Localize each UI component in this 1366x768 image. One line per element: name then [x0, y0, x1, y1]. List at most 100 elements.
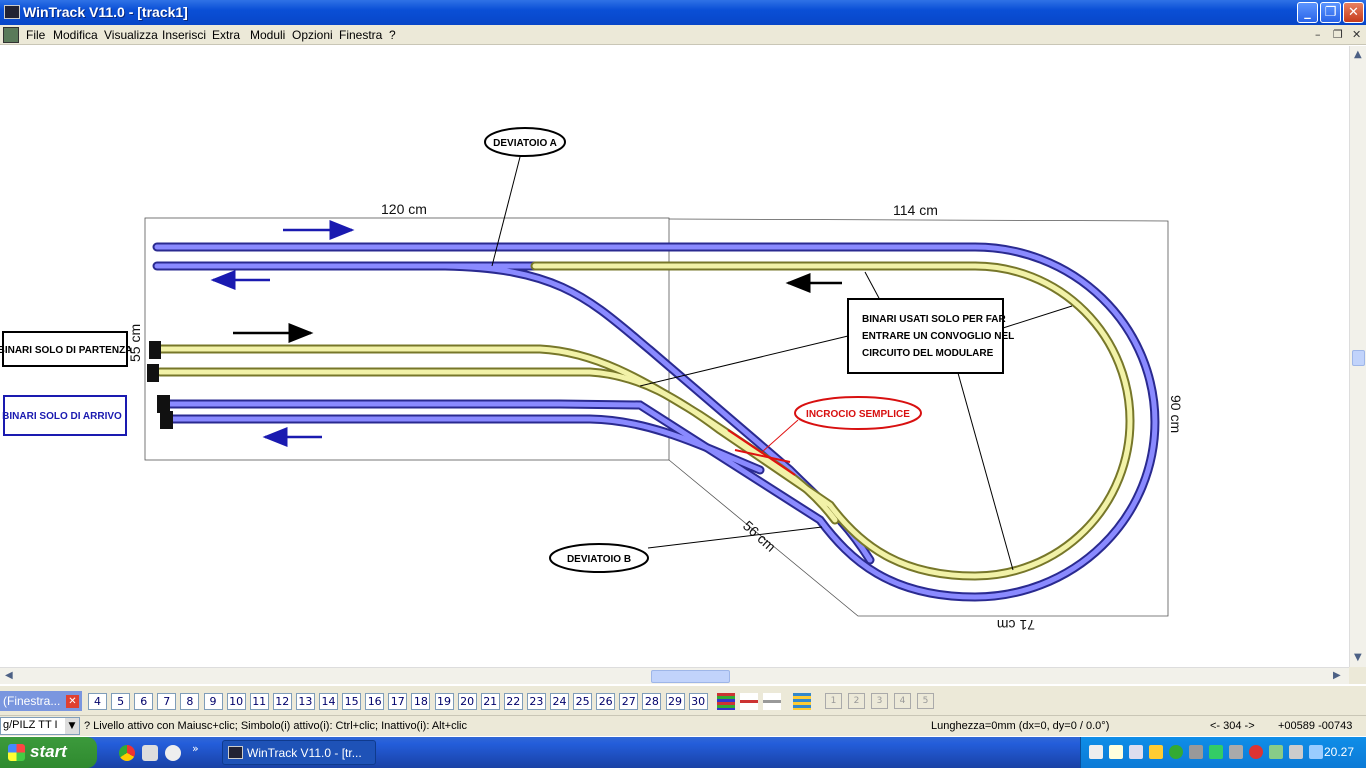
mdi-restore-button[interactable]: ❐ — [1333, 28, 1343, 41]
layer-button-30[interactable]: 30 — [688, 693, 708, 710]
menu-visualizza[interactable]: Visualizza — [104, 28, 158, 42]
scroll-right-icon[interactable]: ▶ — [1333, 670, 1341, 681]
layer-button-11[interactable]: 11 — [249, 693, 269, 710]
layer-button-26[interactable]: 26 — [596, 693, 616, 710]
menu-opzioni[interactable]: Opzioni — [292, 28, 333, 42]
menu-finestra[interactable]: Finestra — [339, 28, 382, 42]
document-icon[interactable] — [3, 27, 19, 43]
start-button[interactable]: start — [0, 737, 97, 768]
library-combo[interactable]: g/PILZ TT I ▼ — [0, 717, 80, 735]
display-icon[interactable] — [1129, 745, 1143, 759]
layer-button-10[interactable]: 10 — [226, 693, 246, 710]
layer-button-6[interactable]: 6 — [134, 693, 154, 710]
horizontal-scrollbar[interactable]: ◀ ▶ — [0, 667, 1349, 684]
menu-moduli[interactable]: Moduli — [250, 28, 285, 42]
layer-button-14[interactable]: 14 — [319, 693, 338, 710]
dimension-bottom: 71 cm — [997, 617, 1035, 633]
menu-file[interactable]: File — [26, 28, 45, 42]
layer-button-13[interactable]: 13 — [295, 693, 315, 710]
menu-extra[interactable]: Extra — [212, 28, 240, 42]
box-4[interactable]: 4 — [894, 693, 911, 709]
media-player-icon[interactable] — [165, 745, 181, 761]
drawing-canvas[interactable]: 120 cm 114 cm 55 cm 90 cm 71 cm 56 cm DE… — [0, 46, 1349, 667]
box-3[interactable]: 3 — [871, 693, 888, 709]
horizontal-scroll-thumb[interactable] — [651, 670, 730, 683]
box-2[interactable]: 2 — [848, 693, 865, 709]
callout-deviatoio-b: DEVIATOIO B — [549, 543, 649, 573]
title-bar: WinTrack V11.0 - [track1] _ ❐ ✕ — [0, 0, 1366, 25]
chevron-down-icon[interactable]: ▼ — [65, 718, 79, 734]
printer-icon[interactable] — [1229, 745, 1243, 759]
blue-tracks[interactable] — [152, 242, 1160, 602]
scroll-down-icon[interactable]: ▼ — [1354, 652, 1362, 663]
layer-button-15[interactable]: 15 — [342, 693, 362, 710]
layer-button-4[interactable]: 4 — [88, 693, 107, 710]
track-plan[interactable]: 120 cm 114 cm 55 cm 90 cm 71 cm 56 cm DE… — [0, 46, 1349, 667]
layer-button-22[interactable]: 22 — [503, 693, 523, 710]
layer-red-icon[interactable] — [740, 693, 758, 710]
box-5[interactable]: 5 — [917, 693, 934, 709]
update-icon[interactable] — [1209, 745, 1223, 759]
network-icon[interactable] — [1089, 745, 1103, 759]
explorer-icon[interactable] — [142, 745, 158, 761]
vertical-scroll-thumb[interactable] — [1352, 350, 1365, 366]
layer-button-16[interactable]: 16 — [365, 693, 385, 710]
layer-button-5[interactable]: 5 — [111, 693, 131, 710]
status-length: Lunghezza=0mm (dx=0, dy=0 / 0.0°) — [931, 720, 1110, 732]
layer-button-7[interactable]: 7 — [157, 693, 177, 710]
menu-bar: File Modifica Visualizza Inserisci Extra… — [0, 25, 1366, 45]
mdi-close-button[interactable]: ✕ — [1352, 28, 1361, 41]
volume-icon[interactable] — [1189, 745, 1203, 759]
box-1[interactable]: 1 — [825, 693, 842, 709]
safely-remove-icon[interactable] — [1109, 745, 1123, 759]
taskbar-item-wintrack[interactable]: WinTrack V11.0 - [tr... — [222, 740, 376, 765]
layer-button-27[interactable]: 27 — [619, 693, 639, 710]
dimension-left: 55 cm — [127, 324, 143, 362]
label-incrocio: INCROCIO SEMPLICE — [806, 409, 910, 420]
restore-button[interactable]: ❐ — [1320, 2, 1341, 23]
bluetooth-icon[interactable] — [1249, 745, 1263, 759]
vertical-scrollbar[interactable]: ▲ ▼ — [1349, 46, 1366, 667]
quicklaunch-more-icon[interactable]: » — [192, 742, 199, 755]
search-icon[interactable] — [1309, 745, 1323, 759]
layer-button-23[interactable]: 23 — [526, 693, 546, 710]
scroll-up-icon[interactable]: ▲ — [1354, 49, 1362, 60]
callout-binari-partenza: BINARI SOLO DI PARTENZA — [0, 331, 132, 367]
layer-button-20[interactable]: 20 — [457, 693, 477, 710]
layer-button-18[interactable]: 18 — [411, 693, 431, 710]
shield-icon[interactable] — [1149, 745, 1163, 759]
layer-button-17[interactable]: 17 — [388, 693, 408, 710]
chrome-icon[interactable] — [119, 745, 135, 761]
callout-deviatoio-a: DEVIATOIO A — [484, 127, 566, 157]
minimize-button[interactable]: _ — [1297, 2, 1318, 23]
layer-button-19[interactable]: 19 — [434, 693, 454, 710]
status-hint: ? Livello attivo con Maiusc+clic; Simbol… — [84, 720, 467, 732]
menu-help[interactable]: ? — [389, 28, 396, 42]
wintrack-icon — [228, 746, 243, 759]
app-icon[interactable] — [4, 5, 20, 19]
layer-button-24[interactable]: 24 — [550, 693, 569, 710]
layer-stack-icon[interactable] — [793, 693, 811, 710]
layer-gray-icon[interactable] — [763, 693, 781, 710]
layer-button-8[interactable]: 8 — [180, 693, 200, 710]
layer-button-28[interactable]: 28 — [642, 693, 662, 710]
scroll-left-icon[interactable]: ◀ — [5, 670, 13, 681]
scroll-corner — [1349, 667, 1366, 684]
mdi-minimize-button[interactable]: – — [1315, 28, 1321, 41]
mdi-tab-close-icon[interactable]: ✕ — [66, 695, 79, 708]
system-tray: 20.27 — [1080, 737, 1366, 768]
buffer-stops — [147, 341, 173, 429]
close-button[interactable]: ✕ — [1343, 2, 1364, 23]
layers-icon[interactable] — [717, 693, 735, 710]
monitor-icon[interactable] — [1289, 745, 1303, 759]
menu-inserisci[interactable]: Inserisci — [162, 28, 206, 42]
layer-button-12[interactable]: 12 — [272, 693, 292, 710]
layer-button-9[interactable]: 9 — [203, 693, 223, 710]
note-line-1: BINARI USATI SOLO PER FAR — [862, 314, 1006, 325]
layer-button-29[interactable]: 29 — [665, 693, 685, 710]
layer-button-21[interactable]: 21 — [480, 693, 500, 710]
layer-button-25[interactable]: 25 — [573, 693, 593, 710]
security-icon[interactable] — [1169, 745, 1183, 759]
phone-icon[interactable] — [1269, 745, 1283, 759]
menu-modifica[interactable]: Modifica — [53, 28, 98, 42]
